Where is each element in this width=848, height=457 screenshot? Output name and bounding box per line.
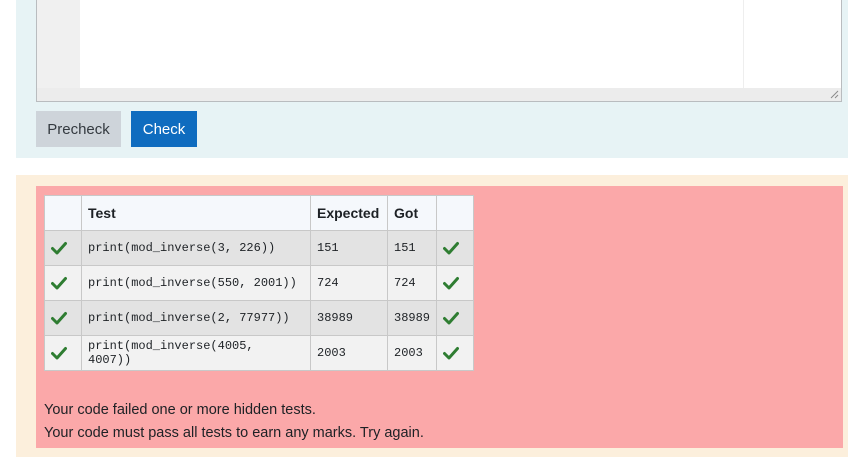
expected-cell: 2003 xyxy=(310,335,388,371)
pass-check-icon xyxy=(436,230,475,266)
pass-check-icon xyxy=(44,335,82,371)
test-cell: print(mod_inverse(3, 226)) xyxy=(81,230,311,266)
test-cell: print(mod_inverse(4005, 4007)) xyxy=(81,335,311,371)
failed-hidden-message: Your code failed one or more hidden test… xyxy=(44,402,316,418)
got-cell: 724 xyxy=(386,265,438,301)
expected-cell: 724 xyxy=(310,265,388,301)
editor-scroll-area[interactable] xyxy=(37,88,841,101)
expected-cell: 38989 xyxy=(310,300,388,336)
expected-cell: 151 xyxy=(310,230,388,266)
header-got: Got xyxy=(386,195,438,231)
editor-separator xyxy=(743,0,744,88)
header-test: Test xyxy=(81,195,311,231)
table-header-row: Test Expected Got xyxy=(44,195,475,231)
code-editor[interactable] xyxy=(36,0,842,102)
pass-check-icon xyxy=(44,230,82,266)
table-row: print(mod_inverse(550, 2001)) 724 724 xyxy=(44,265,475,301)
feedback-panel: Test Expected Got print(mod_inverse(3, 2… xyxy=(16,175,848,457)
try-again-message: Your code must pass all tests to earn an… xyxy=(44,425,424,441)
table-row: print(mod_inverse(2, 77977)) 38989 38989 xyxy=(44,300,475,336)
test-cell: print(mod_inverse(550, 2001)) xyxy=(81,265,311,301)
test-cell: print(mod_inverse(2, 77977)) xyxy=(81,300,311,336)
table-row: print(mod_inverse(3, 226)) 151 151 xyxy=(44,230,475,266)
got-cell: 2003 xyxy=(386,335,438,371)
check-button[interactable]: Check xyxy=(131,111,197,147)
header-mark xyxy=(44,195,82,231)
answer-panel: Precheck Check xyxy=(16,0,848,158)
got-cell: 151 xyxy=(386,230,438,266)
table-row: print(mod_inverse(4005, 4007)) 2003 2003 xyxy=(44,335,475,371)
header-expected: Expected xyxy=(310,195,388,231)
test-results-box: Test Expected Got print(mod_inverse(3, 2… xyxy=(36,186,843,448)
pass-check-icon xyxy=(44,300,82,336)
pass-check-icon xyxy=(436,335,475,371)
pass-check-icon xyxy=(436,300,475,336)
results-table: Test Expected Got print(mod_inverse(3, 2… xyxy=(44,195,475,371)
resize-grip-icon[interactable] xyxy=(830,90,839,99)
precheck-button[interactable]: Precheck xyxy=(36,111,121,147)
got-cell: 38989 xyxy=(386,300,438,336)
pass-check-icon xyxy=(436,265,475,301)
editor-gutter xyxy=(37,0,80,88)
pass-check-icon xyxy=(44,265,82,301)
header-status xyxy=(436,195,475,231)
